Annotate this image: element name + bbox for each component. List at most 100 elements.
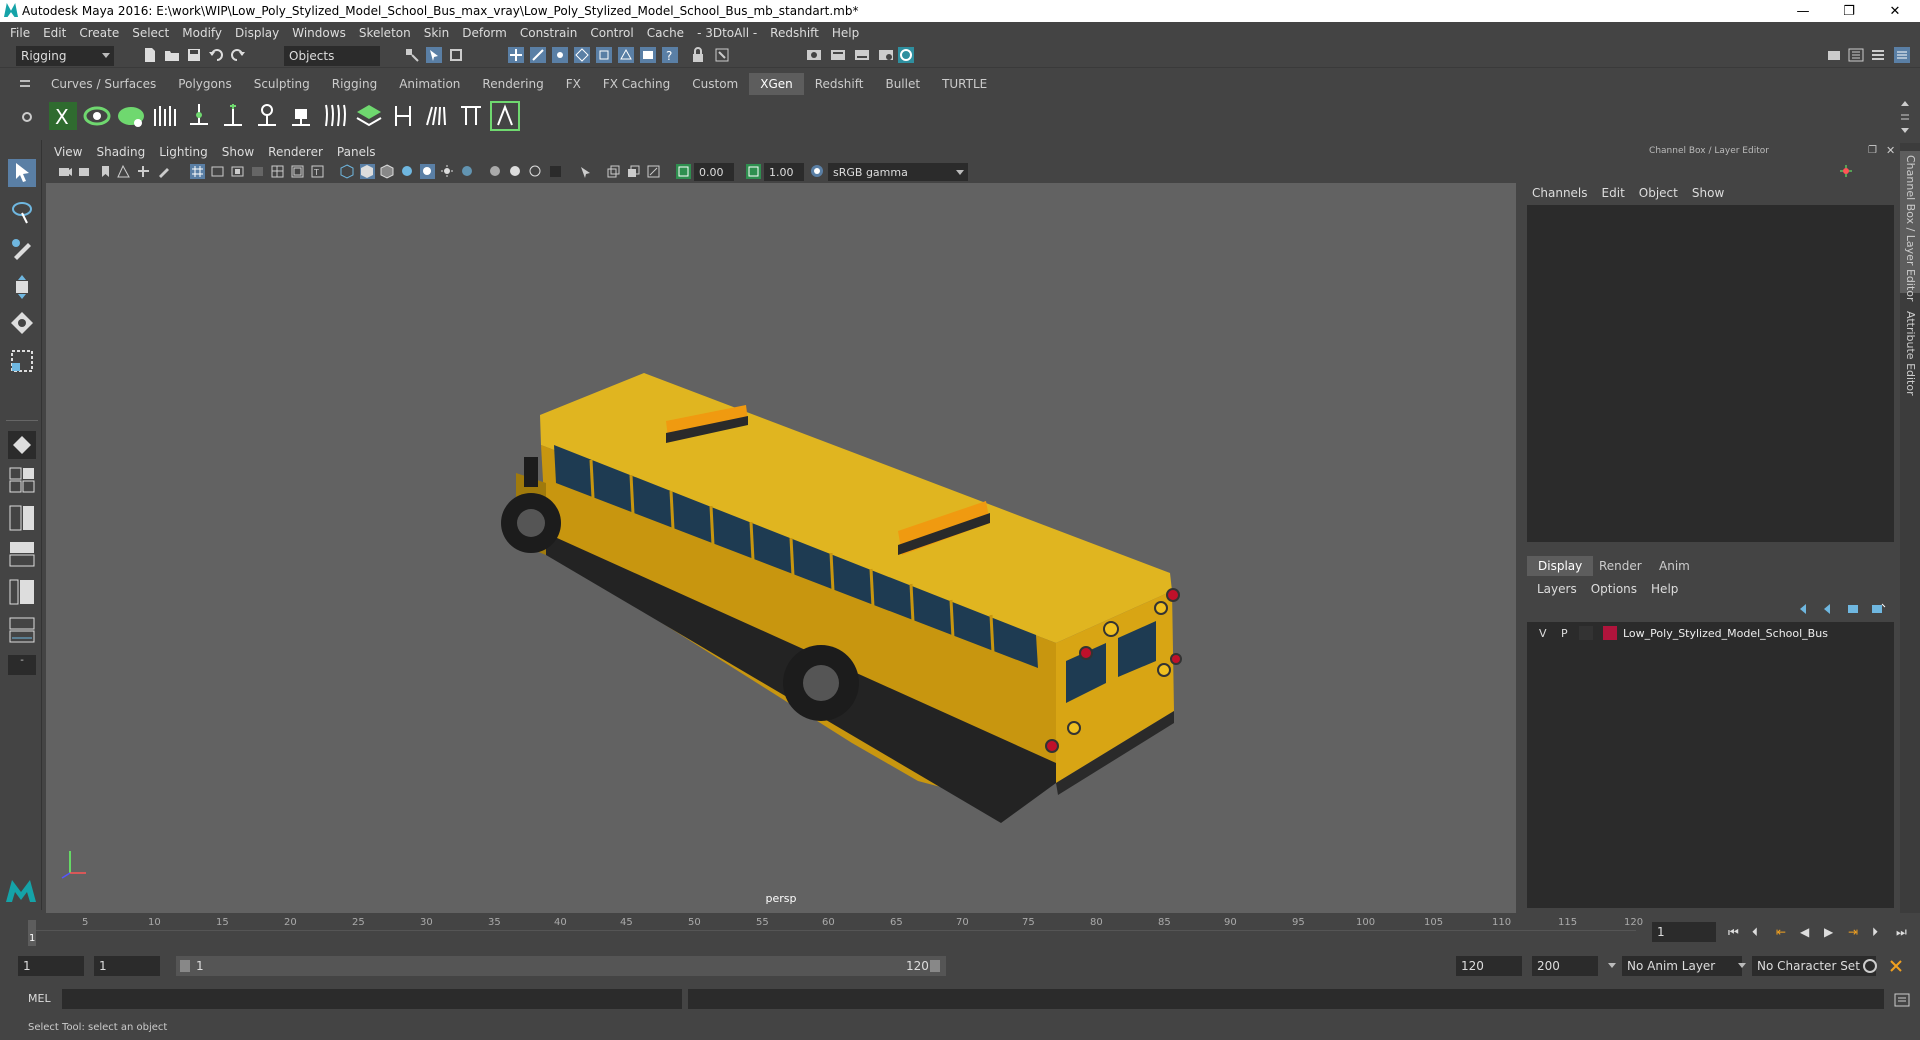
rotate-tool-icon[interactable]	[8, 309, 36, 337]
bus-model[interactable]	[46, 183, 1516, 913]
new-scene-icon[interactable]	[142, 47, 158, 63]
snap-projected-icon[interactable]	[574, 47, 590, 63]
grease-pencil-icon[interactable]	[156, 164, 171, 179]
camera-attributes-icon[interactable]	[78, 164, 93, 179]
tab-polygons[interactable]: Polygons	[167, 73, 242, 95]
restore-button[interactable]: ❐	[1826, 0, 1872, 22]
layer-row[interactable]: V P Low_Poly_Stylized_Model_School_Bus	[1527, 624, 1894, 642]
move-tool-icon[interactable]	[8, 273, 36, 301]
layer-color-swatch[interactable]	[1603, 626, 1617, 640]
go-to-end-icon[interactable]: ⏭	[1896, 925, 1920, 940]
color-space-dropdown[interactable]: sRGB gamma	[828, 163, 968, 181]
select-hierarchy-icon[interactable]	[404, 47, 420, 63]
xgen-grooming-icon[interactable]	[150, 101, 180, 131]
grid-toggle-icon[interactable]	[190, 164, 205, 179]
menu-deform[interactable]: Deform	[462, 26, 507, 40]
modeling-toolkit-icon[interactable]	[1826, 47, 1842, 63]
close-panel-icon[interactable]: ✕	[1886, 144, 1895, 157]
anti-aliasing-icon[interactable]	[528, 164, 543, 179]
select-tool-icon[interactable]	[8, 159, 36, 187]
lock-icon[interactable]	[690, 47, 706, 63]
script-editor-icon[interactable]	[1894, 992, 1910, 1008]
paint-select-tool-icon[interactable]	[8, 235, 36, 263]
menu-file[interactable]: File	[10, 26, 30, 40]
exposure-field[interactable]: 0.00	[694, 163, 734, 181]
character-set-dropdown[interactable]: No Character Set	[1738, 956, 1876, 976]
tab-custom[interactable]: Custom	[681, 73, 749, 95]
step-back-key-icon[interactable]: ⇤	[1776, 925, 1800, 939]
resolution-gate-icon[interactable]	[230, 164, 245, 179]
xgen-select-guide-icon[interactable]	[252, 101, 282, 131]
xgen-add-guide-icon[interactable]	[218, 101, 248, 131]
auto-key-icon[interactable]	[1862, 958, 1878, 974]
use-all-lights-icon[interactable]	[420, 164, 435, 179]
layer-name[interactable]: Low_Poly_Stylized_Model_School_Bus	[1623, 627, 1828, 640]
xgen-length-icon[interactable]	[456, 101, 486, 131]
move-layer-down-icon[interactable]	[1822, 602, 1838, 616]
tab-sculpting[interactable]: Sculpting	[243, 73, 321, 95]
smooth-shade-icon[interactable]	[360, 164, 375, 179]
channel-box-menu-channels[interactable]: Channels	[1532, 186, 1588, 200]
menu-constrain[interactable]: Constrain	[520, 26, 578, 40]
isolate-select-icon[interactable]	[578, 164, 593, 179]
viewport-menu-lighting[interactable]: Lighting	[159, 145, 208, 159]
xgen-lock-guide-icon[interactable]	[286, 101, 316, 131]
menu-help[interactable]: Help	[832, 26, 859, 40]
construction-icon[interactable]: ?	[662, 47, 678, 63]
step-forward-icon[interactable]: ⏵	[1872, 925, 1896, 940]
menu-modify[interactable]: Modify	[182, 26, 222, 40]
shelf-menu-icon[interactable]	[20, 80, 30, 82]
render-frame-icon[interactable]	[830, 47, 846, 63]
xgen-noise-icon[interactable]	[490, 101, 520, 131]
make-live-icon[interactable]	[618, 47, 634, 63]
range-slider-bar[interactable]: 1 120	[176, 956, 946, 976]
two-pane-stacked-layout-icon[interactable]	[8, 540, 36, 568]
layer-visibility-toggle[interactable]: V	[1539, 627, 1547, 640]
close-button[interactable]: ✕	[1872, 0, 1918, 22]
side-tab-attribute-editor[interactable]: Attribute Editor	[1904, 311, 1917, 396]
tab-fx-caching[interactable]: FX Caching	[592, 73, 681, 95]
menu-select[interactable]: Select	[132, 26, 169, 40]
xgen-comb-icon[interactable]	[422, 101, 452, 131]
tab-bullet[interactable]: Bullet	[874, 73, 931, 95]
color-management-icon[interactable]	[810, 164, 825, 179]
tab-xgen[interactable]: XGen	[749, 73, 804, 95]
viewport-menu-show[interactable]: Show	[222, 145, 254, 159]
select-object-icon[interactable]	[426, 47, 442, 63]
start-time-field[interactable]: 1	[18, 956, 84, 976]
wireframe-on-shaded-icon[interactable]	[380, 164, 395, 179]
menu-windows[interactable]: Windows	[292, 26, 346, 40]
menu-redshift[interactable]: Redshift	[770, 26, 819, 40]
tab-layer-display[interactable]: Display	[1527, 556, 1594, 576]
layer-menu-help[interactable]: Help	[1651, 582, 1678, 596]
snap-grid-icon[interactable]	[508, 47, 524, 63]
snap-point-icon[interactable]	[552, 47, 568, 63]
tab-turtle[interactable]: TURTLE	[931, 73, 998, 95]
four-pane-layout-icon[interactable]	[8, 466, 36, 494]
channel-box-toggle-icon[interactable]	[1894, 47, 1910, 63]
xgen-cut-icon[interactable]	[388, 101, 418, 131]
new-layer-selected-icon[interactable]	[1870, 602, 1886, 616]
depth-of-field-icon[interactable]	[548, 164, 563, 179]
command-language-label[interactable]: MEL	[28, 992, 51, 1005]
bookmark-icon[interactable]	[98, 164, 113, 179]
channel-box-manip-icon[interactable]	[1838, 163, 1854, 179]
layer-reference-toggle[interactable]	[1579, 626, 1593, 640]
shelf-settings-icon[interactable]	[20, 110, 34, 124]
hypershade-icon[interactable]	[898, 47, 914, 63]
playback-start-field[interactable]: 1	[94, 956, 160, 976]
xray-icon[interactable]	[460, 164, 475, 179]
gamma-field[interactable]: 1.00	[764, 163, 804, 181]
current-frame-field[interactable]: 1	[1652, 922, 1716, 942]
safe-title-icon[interactable]: T	[310, 164, 325, 179]
ipr-render-icon[interactable]	[854, 47, 870, 63]
layer-menu-options[interactable]: Options	[1591, 582, 1637, 596]
xray-active-icon[interactable]	[626, 164, 641, 179]
attribute-editor-toggle-icon[interactable]	[1848, 47, 1864, 63]
viewport-menu-panels[interactable]: Panels	[337, 145, 376, 159]
shadows-icon[interactable]	[440, 164, 455, 179]
xray-joints-icon[interactable]	[606, 164, 621, 179]
channel-box-menu-edit[interactable]: Edit	[1602, 186, 1625, 200]
graph-layout-icon[interactable]	[8, 616, 36, 644]
tab-rendering[interactable]: Rendering	[471, 73, 554, 95]
